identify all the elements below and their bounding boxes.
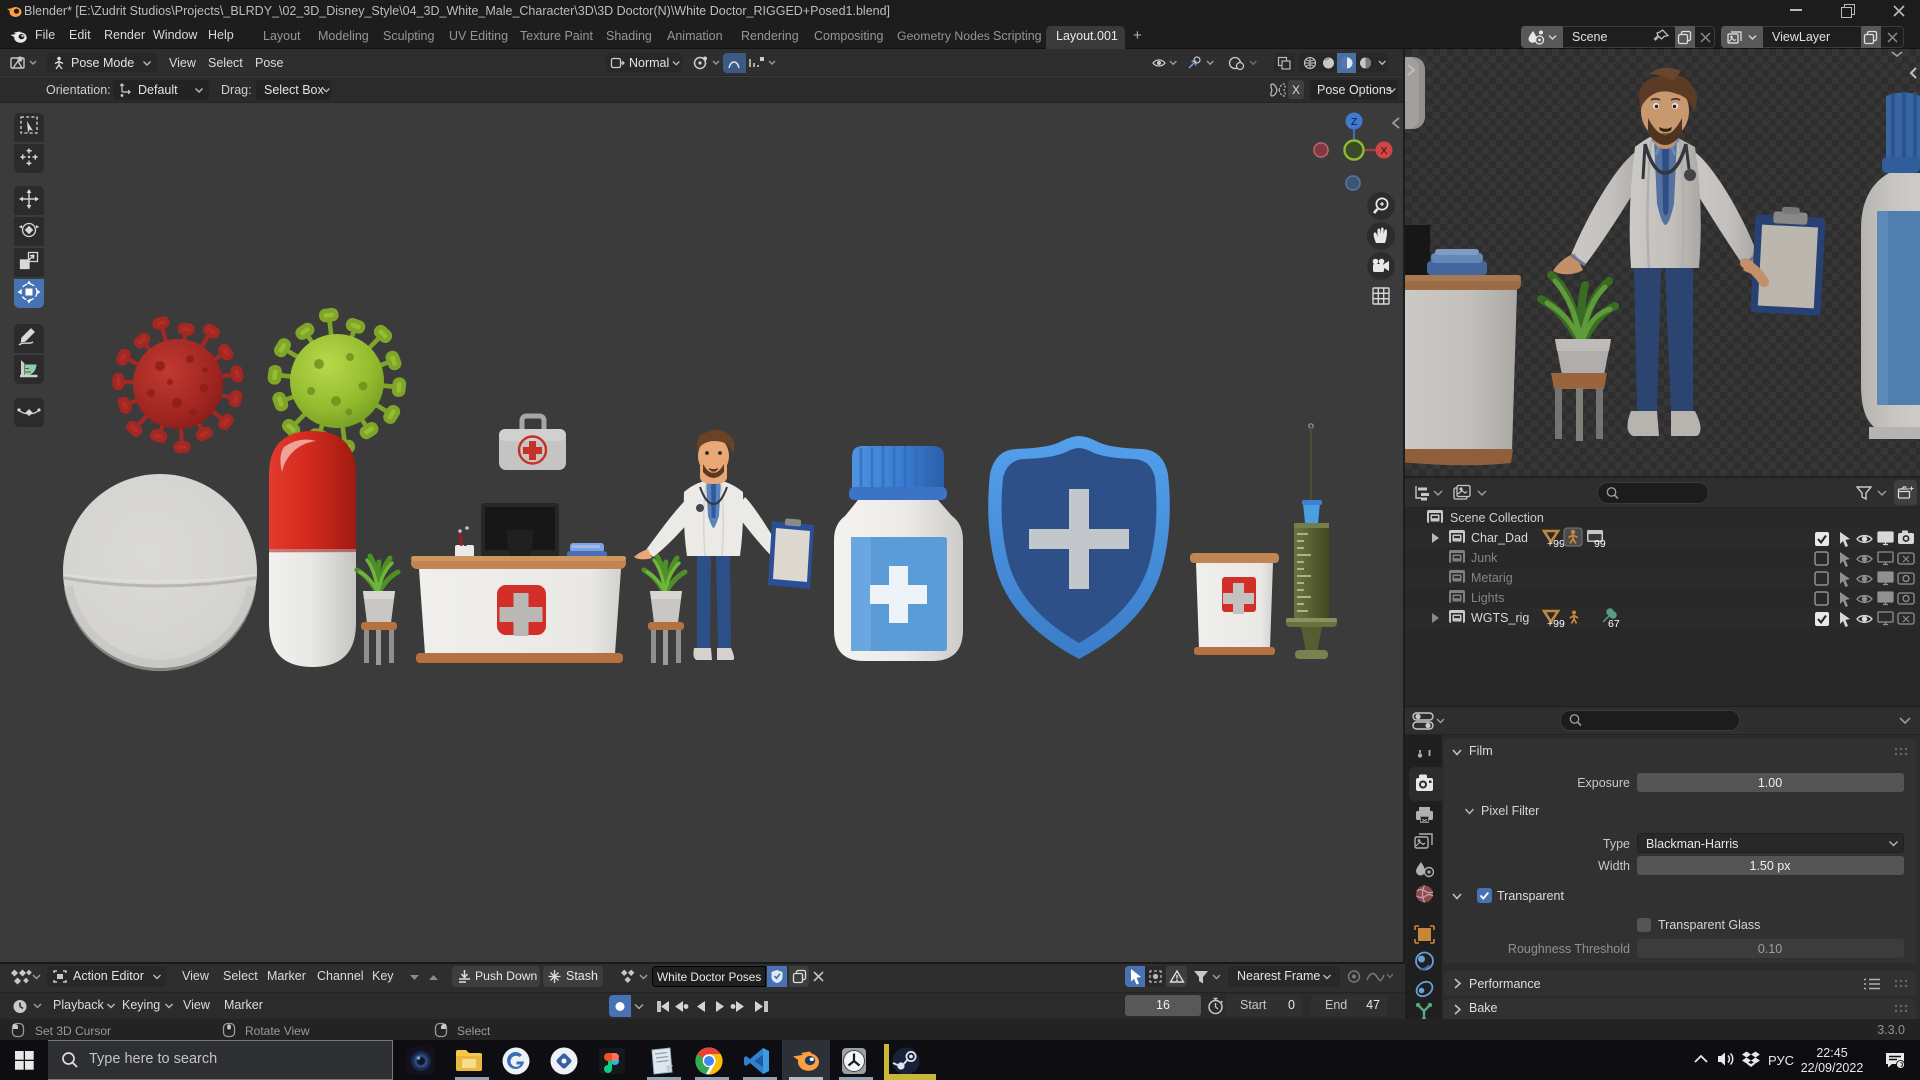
svg-text:67: 67 — [1608, 618, 1620, 630]
svg-text:Junk: Junk — [1471, 551, 1498, 565]
svg-text:Z: Z — [1351, 117, 1357, 128]
svg-text:99: 99 — [1594, 538, 1606, 550]
svg-text:+99: +99 — [1547, 618, 1565, 630]
svg-text:+99: +99 — [1547, 538, 1565, 550]
svg-text:Lights: Lights — [1471, 591, 1504, 605]
svg-text:Metarig: Metarig — [1471, 571, 1513, 585]
svg-text:Scene Collection: Scene Collection — [1450, 511, 1544, 525]
svg-text:WGTS_rig: WGTS_rig — [1471, 611, 1529, 625]
svg-text:X: X — [1381, 146, 1388, 157]
svg-text:Char_Dad: Char_Dad — [1471, 531, 1528, 545]
